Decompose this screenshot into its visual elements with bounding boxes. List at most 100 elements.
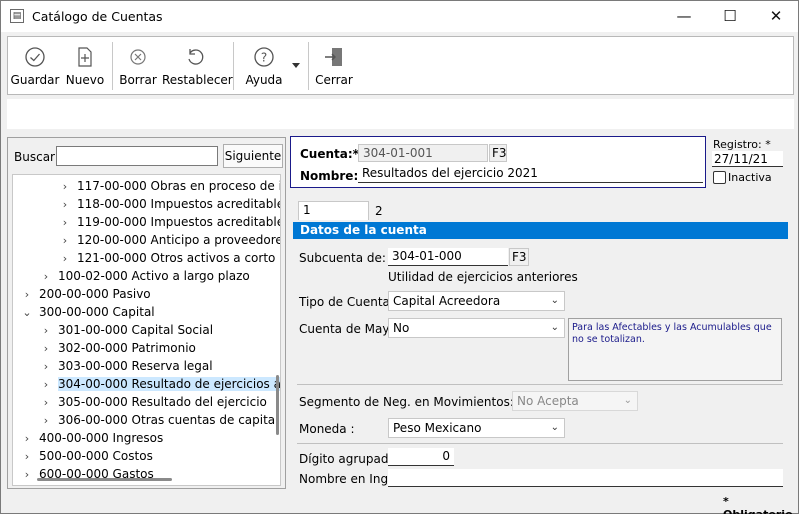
guardar-label: Guardar xyxy=(10,73,60,87)
exit-door-icon xyxy=(325,48,342,66)
segmento-value: No Acepta xyxy=(517,394,579,408)
tree-item-label: 117-00-000 Obras en proceso de inr xyxy=(77,179,281,193)
chevron-right-icon[interactable]: › xyxy=(40,268,52,286)
tree-item[interactable]: › 200-00-000 Pasivo xyxy=(21,285,151,303)
cuenta-mayor-value: No xyxy=(393,321,410,335)
tree-item[interactable]: › 306-00-000 Otras cuentas de capital xyxy=(40,411,279,430)
tree-item[interactable]: › 117-00-000 Obras en proceso de inr xyxy=(59,177,281,196)
tree-item-label: 119-00-000 Impuestos acreditables xyxy=(77,215,281,229)
tree-item-label: 306-00-000 Otras cuentas de capital xyxy=(58,413,279,427)
tree-item[interactable]: ⌄ 300-00-000 Capital xyxy=(21,303,154,322)
tree-horizontal-scrollbar[interactable] xyxy=(37,478,172,481)
tree-item[interactable]: › 400-00-000 Ingresos xyxy=(21,429,163,447)
catalogo-cuentas-window: ▤ Catálogo de Cuentas — ☐ ✕ Guardar Nuev… xyxy=(0,0,799,514)
tree-item-label: 100-02-000 Activo a largo plazo xyxy=(58,269,250,283)
nuevo-label: Nuevo xyxy=(65,73,105,87)
obligatorio-note: * Obligatorio xyxy=(723,495,793,514)
nuevo-button[interactable]: Nuevo xyxy=(64,37,106,94)
chevron-right-icon[interactable]: › xyxy=(40,358,52,376)
chevron-right-icon[interactable]: › xyxy=(40,412,52,430)
tree-item-label: 305-00-000 Resultado del ejercicio xyxy=(58,395,267,409)
account-tree-panel: Buscar: Siguiente › 117-00-000 Obras en p… xyxy=(7,137,286,489)
segmento-label: Segmento de Neg. en Movimientos: xyxy=(299,395,514,409)
digito-field[interactable]: 0 xyxy=(388,448,454,466)
tree-item-label: 200-00-000 Pasivo xyxy=(39,287,151,301)
registro-date-field[interactable]: 27/11/21 xyxy=(712,151,783,167)
tree-item[interactable]: › 118-00-000 Impuestos acreditables xyxy=(59,195,281,214)
guardar-button[interactable]: Guardar xyxy=(10,37,60,94)
search-label: Buscar: xyxy=(14,150,59,164)
cuenta-mayor-note: Para las Afectables y las Acumulables qu… xyxy=(568,318,782,381)
tree-item[interactable]: › 301-00-000 Capital Social xyxy=(40,321,213,339)
chevron-right-icon[interactable]: › xyxy=(59,196,71,214)
tree-item[interactable]: › 100-02-000 Activo a largo plazo xyxy=(40,267,250,285)
tree-item[interactable]: › 303-00-000 Reserva legal xyxy=(40,357,213,375)
chevron-right-icon[interactable]: › xyxy=(40,322,52,340)
tipo-cuenta-select[interactable]: Capital Acreedora ⌄ xyxy=(388,291,565,311)
tree-item-selected[interactable]: › 304-00-000 Resultado de ejercicios ante xyxy=(40,375,280,394)
chevron-right-icon[interactable]: › xyxy=(59,178,71,196)
tab-contables[interactable]: 1 Contables xyxy=(298,201,369,233)
cuenta-mayor-select[interactable]: No ⌄ xyxy=(388,318,565,338)
tree-vertical-scrollbar[interactable] xyxy=(276,375,279,435)
toolbar: Guardar Nuevo Borrar Restablecer ? Ayuda… xyxy=(7,36,794,95)
tree-item[interactable]: › 121-00-000 Otros activos a corto pla xyxy=(59,249,280,268)
close-window-button[interactable]: ✕ xyxy=(753,1,799,32)
tree-item[interactable]: › 305-00-000 Resultado del ejercicio xyxy=(40,393,267,411)
tree-item-label: 118-00-000 Impuestos acreditables xyxy=(77,197,281,211)
subcuenta-label: Subcuenta de: xyxy=(299,251,386,265)
moneda-value: Peso Mexicano xyxy=(393,421,482,435)
nombre-ingles-field[interactable] xyxy=(388,469,783,487)
tab-fiscales[interactable]: 2 Fiscales xyxy=(371,203,429,234)
chevron-right-icon[interactable]: › xyxy=(21,448,33,466)
tree-item[interactable]: › 119-00-000 Impuestos acreditables xyxy=(59,213,281,232)
tree-item[interactable]: › 120-00-000 Anticipo a proveedores xyxy=(59,231,281,250)
maximize-button[interactable]: ☐ xyxy=(707,1,753,32)
inactiva-checkbox[interactable] xyxy=(713,171,726,184)
chevron-right-icon[interactable]: › xyxy=(21,466,33,484)
ayuda-dropdown-icon[interactable] xyxy=(292,63,300,68)
cerrar-button[interactable]: Cerrar xyxy=(314,37,354,94)
chevron-right-icon[interactable]: › xyxy=(59,250,71,268)
cuenta-f3-hint: F3 xyxy=(489,144,507,162)
tree-item-label: 400-00-000 Ingresos xyxy=(39,431,164,445)
borrar-button[interactable]: Borrar xyxy=(118,37,158,94)
tree-item[interactable]: › 302-00-000 Patrimonio xyxy=(40,339,196,357)
restablecer-button[interactable]: Restablecer xyxy=(162,37,233,94)
account-tree[interactable]: › 117-00-000 Obras en proceso de inr › 118… xyxy=(12,174,281,486)
restablecer-label: Restablecer xyxy=(162,73,233,87)
tree-item-label: 120-00-000 Anticipo a proveedores xyxy=(77,233,281,247)
chevron-right-icon[interactable]: › xyxy=(21,430,33,448)
help-icon: ? xyxy=(254,47,274,67)
chevron-right-icon[interactable]: › xyxy=(40,394,52,412)
title-bar: ▤ Catálogo de Cuentas — ☐ ✕ xyxy=(1,1,798,32)
inactiva-label: Inactiva xyxy=(728,171,772,184)
subcuenta-field[interactable]: 304-01-000 xyxy=(388,248,508,266)
nombre-field[interactable]: Resultados del ejercicio 2021 xyxy=(358,165,703,183)
svg-text:?: ? xyxy=(261,51,267,65)
chevron-down-icon[interactable]: ⌄ xyxy=(21,304,33,322)
datos-cuenta-header: Datos de la cuenta xyxy=(293,222,788,239)
minimize-button[interactable]: — xyxy=(661,1,707,32)
segmento-select: No Acepta ⌄ xyxy=(512,391,638,411)
tree-item[interactable]: › 500-00-000 Costos xyxy=(21,447,153,465)
moneda-select[interactable]: Peso Mexicano ⌄ xyxy=(388,418,565,438)
borrar-label: Borrar xyxy=(119,73,157,87)
tree-item-label: 500-00-000 Costos xyxy=(39,449,153,463)
registro-label: Registro: * xyxy=(713,138,771,151)
tree-item-label: 301-00-000 Capital Social xyxy=(58,323,214,337)
chevron-down-icon: ⌄ xyxy=(550,322,559,333)
search-input[interactable] xyxy=(56,146,218,166)
cuenta-label: Cuenta:* xyxy=(300,147,359,161)
chevron-right-icon[interactable]: › xyxy=(40,376,52,394)
tree-item-label: 304-00-000 Resultado de ejercicios ante xyxy=(58,377,280,391)
siguiente-button[interactable]: Siguiente xyxy=(223,144,283,168)
chevron-right-icon[interactable]: › xyxy=(59,232,71,250)
chevron-right-icon[interactable]: › xyxy=(21,286,33,304)
chevron-right-icon[interactable]: › xyxy=(59,214,71,232)
cuenta-field[interactable]: 304-01-001 xyxy=(358,144,488,162)
ayuda-button[interactable]: ? Ayuda xyxy=(242,37,286,94)
chevron-right-icon[interactable]: › xyxy=(40,340,52,358)
toolbar-separator xyxy=(112,42,113,90)
tree-item-label: 303-00-000 Reserva legal xyxy=(58,359,213,373)
